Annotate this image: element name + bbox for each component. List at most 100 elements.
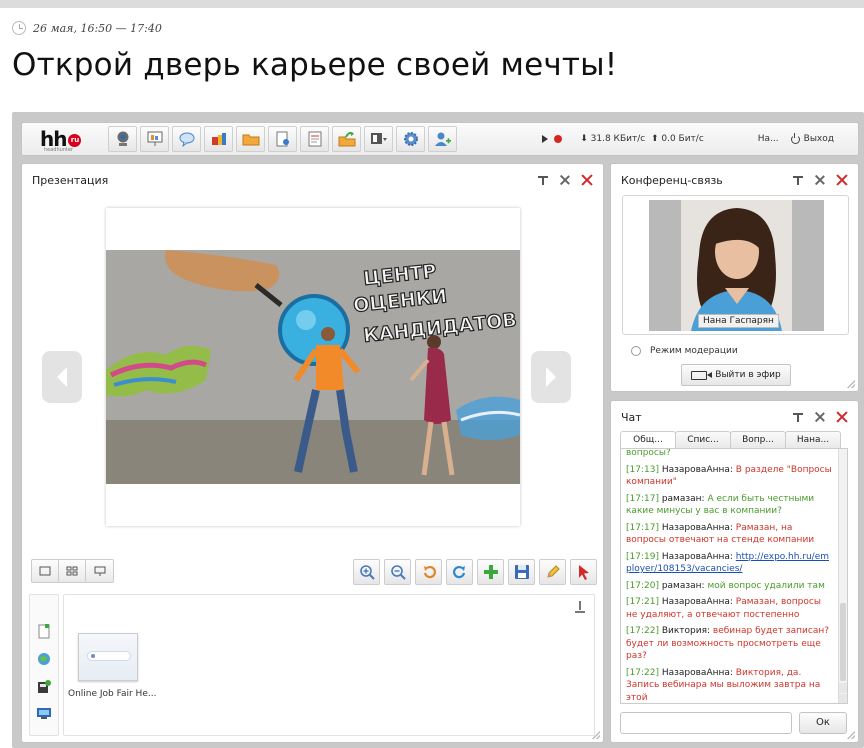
previous-slide-button[interactable] xyxy=(42,351,82,403)
upload-icon[interactable] xyxy=(574,601,586,613)
chat-timestamp: [17:19] xyxy=(626,551,662,562)
layout-icon xyxy=(370,133,387,144)
conference-panel-controls xyxy=(792,174,848,186)
close-icon[interactable] xyxy=(581,174,593,186)
file-list: Online Job Fair He... xyxy=(63,594,595,736)
logout-label: Выход xyxy=(803,134,834,144)
go-on-air-button[interactable]: Выйти в эфир xyxy=(681,364,791,386)
page-title: Открой дверь карьере своей мечты! xyxy=(12,47,618,83)
view-grid-button[interactable] xyxy=(59,560,86,582)
chat-message: [17:19] НазароваАнна: http://expo.hh.ru/… xyxy=(626,551,834,576)
rotate-right-button[interactable] xyxy=(446,559,473,585)
folder-button[interactable] xyxy=(236,126,265,152)
chat-message: [17:22] НазароваАнна: Виктория, да. Запи… xyxy=(626,667,834,704)
scroll-up-button[interactable] xyxy=(839,683,847,693)
close-icon[interactable] xyxy=(836,174,848,186)
rotate-left-button[interactable] xyxy=(415,559,442,585)
pin-icon[interactable] xyxy=(792,411,804,423)
file-thumbnail[interactable] xyxy=(78,633,138,681)
chat-tabs: Общ... Спис... Вопр... Нана... xyxy=(620,431,841,448)
save-button[interactable] xyxy=(508,559,535,585)
chat-author: НазароваАнна: xyxy=(661,551,736,562)
globe-icon[interactable] xyxy=(36,651,52,667)
expand-icon[interactable] xyxy=(814,174,826,186)
file-info-icon[interactable] xyxy=(36,679,52,695)
moderation-toggle[interactable]: Режим модерации xyxy=(631,346,738,356)
rotate-left-icon xyxy=(423,565,436,579)
share-folder-button[interactable] xyxy=(332,126,361,152)
add-user-button[interactable] xyxy=(428,126,457,152)
camera-icon xyxy=(691,370,713,380)
chat-message: [17:22] Виктория: вебинар будет записан?… xyxy=(626,625,834,663)
bandwidth-down: 31.8 КБит/с xyxy=(590,134,646,144)
notes-button[interactable] xyxy=(300,126,329,152)
user-menu[interactable]: На... xyxy=(758,134,779,144)
resize-handle[interactable] xyxy=(847,380,855,388)
send-button[interactable]: Ок xyxy=(799,712,847,734)
logout-button[interactable]: Выход xyxy=(790,132,834,144)
resize-handle[interactable] xyxy=(847,731,855,739)
current-slide: ЦЕНТР ОЦЕНКИ КАНДИДАТОВ xyxy=(106,208,520,526)
play-icon[interactable] xyxy=(542,135,549,143)
chat-log: вопросы? [17:13] НазароваАнна: В разделе … xyxy=(620,448,848,704)
go-on-air-label: Выйти в эфир xyxy=(715,370,781,380)
expand-icon[interactable] xyxy=(814,411,826,423)
speaker-video[interactable]: Нана Гаспарян xyxy=(649,200,824,331)
webcam-button[interactable] xyxy=(108,126,137,152)
document-user-button[interactable] xyxy=(268,126,297,152)
tab-questions[interactable]: Вопр... xyxy=(730,431,786,448)
add-slide-button[interactable] xyxy=(477,559,504,585)
chat-author: НазароваАнна: xyxy=(661,522,736,533)
new-document-icon[interactable] xyxy=(36,623,52,639)
chat-timestamp: [17:20] xyxy=(626,580,662,591)
zoom-in-button[interactable] xyxy=(353,559,380,585)
board-view-icon xyxy=(94,566,105,576)
view-single-button[interactable] xyxy=(32,560,59,582)
close-icon[interactable] xyxy=(836,411,848,423)
tab-speaker[interactable]: Нана... xyxy=(785,431,841,448)
add-user-icon xyxy=(434,132,451,146)
scrollbar-thumb[interactable] xyxy=(840,603,846,681)
screen-share-icon[interactable] xyxy=(36,705,52,721)
chat-scrollbar[interactable] xyxy=(838,449,847,703)
scroll-down-button[interactable] xyxy=(839,694,847,703)
moderation-checkbox[interactable] xyxy=(631,346,641,356)
chat-message-input[interactable] xyxy=(620,712,792,734)
apps-button[interactable] xyxy=(204,126,233,152)
chat-author: НазароваАнна: xyxy=(661,667,736,678)
presentation-button[interactable] xyxy=(140,126,169,152)
layout-button[interactable] xyxy=(364,126,393,152)
tab-list[interactable]: Спис... xyxy=(675,431,731,448)
conference-panel: Конференц-связь Нана Гаспарян Режим моде… xyxy=(610,163,859,392)
pin-icon[interactable] xyxy=(537,174,549,186)
expand-icon[interactable] xyxy=(559,174,571,186)
presentation-panel-controls xyxy=(537,174,593,186)
event-date-label: 26 мая, 16:50 — 17:40 xyxy=(33,21,162,35)
chat-bubble-icon xyxy=(179,132,194,148)
settings-gear-icon xyxy=(403,132,418,146)
chat-panel: Чат Общ... Спис... Вопр... Нана... вопро… xyxy=(610,400,859,743)
hh-logo[interactable]: hh ru headhunter xyxy=(40,124,100,154)
resize-handle[interactable] xyxy=(592,731,600,739)
record-controls[interactable] xyxy=(542,135,563,143)
logo-subtitle: headhunter xyxy=(44,147,74,153)
record-icon[interactable] xyxy=(554,135,563,143)
chat-timestamp: [17:22] xyxy=(626,667,662,678)
apps-icon xyxy=(211,133,226,145)
settings-button[interactable] xyxy=(396,126,425,152)
next-slide-button[interactable] xyxy=(531,351,571,403)
webinar-app: hh ru headhunter ⬇ 31.8 КБит/с ⬆ 0.0 Бит… xyxy=(12,112,864,748)
chat-author: рамазан: xyxy=(661,493,708,504)
view-board-button[interactable] xyxy=(86,560,113,582)
file-area: Online Job Fair He... xyxy=(29,594,595,736)
rotate-right-icon xyxy=(452,565,465,579)
presentation-title: Презентация xyxy=(32,174,109,187)
zoom-out-button[interactable] xyxy=(384,559,411,585)
chat-button[interactable] xyxy=(172,126,201,152)
pointer-button[interactable] xyxy=(570,559,597,585)
main-toolbar: hh ru headhunter ⬇ 31.8 КБит/с ⬆ 0.0 Бит… xyxy=(21,122,859,156)
pencil-button[interactable] xyxy=(539,559,566,585)
tab-general[interactable]: Общ... xyxy=(620,431,676,448)
file-name[interactable]: Online Job Fair He... xyxy=(68,689,156,699)
pin-icon[interactable] xyxy=(792,174,804,186)
